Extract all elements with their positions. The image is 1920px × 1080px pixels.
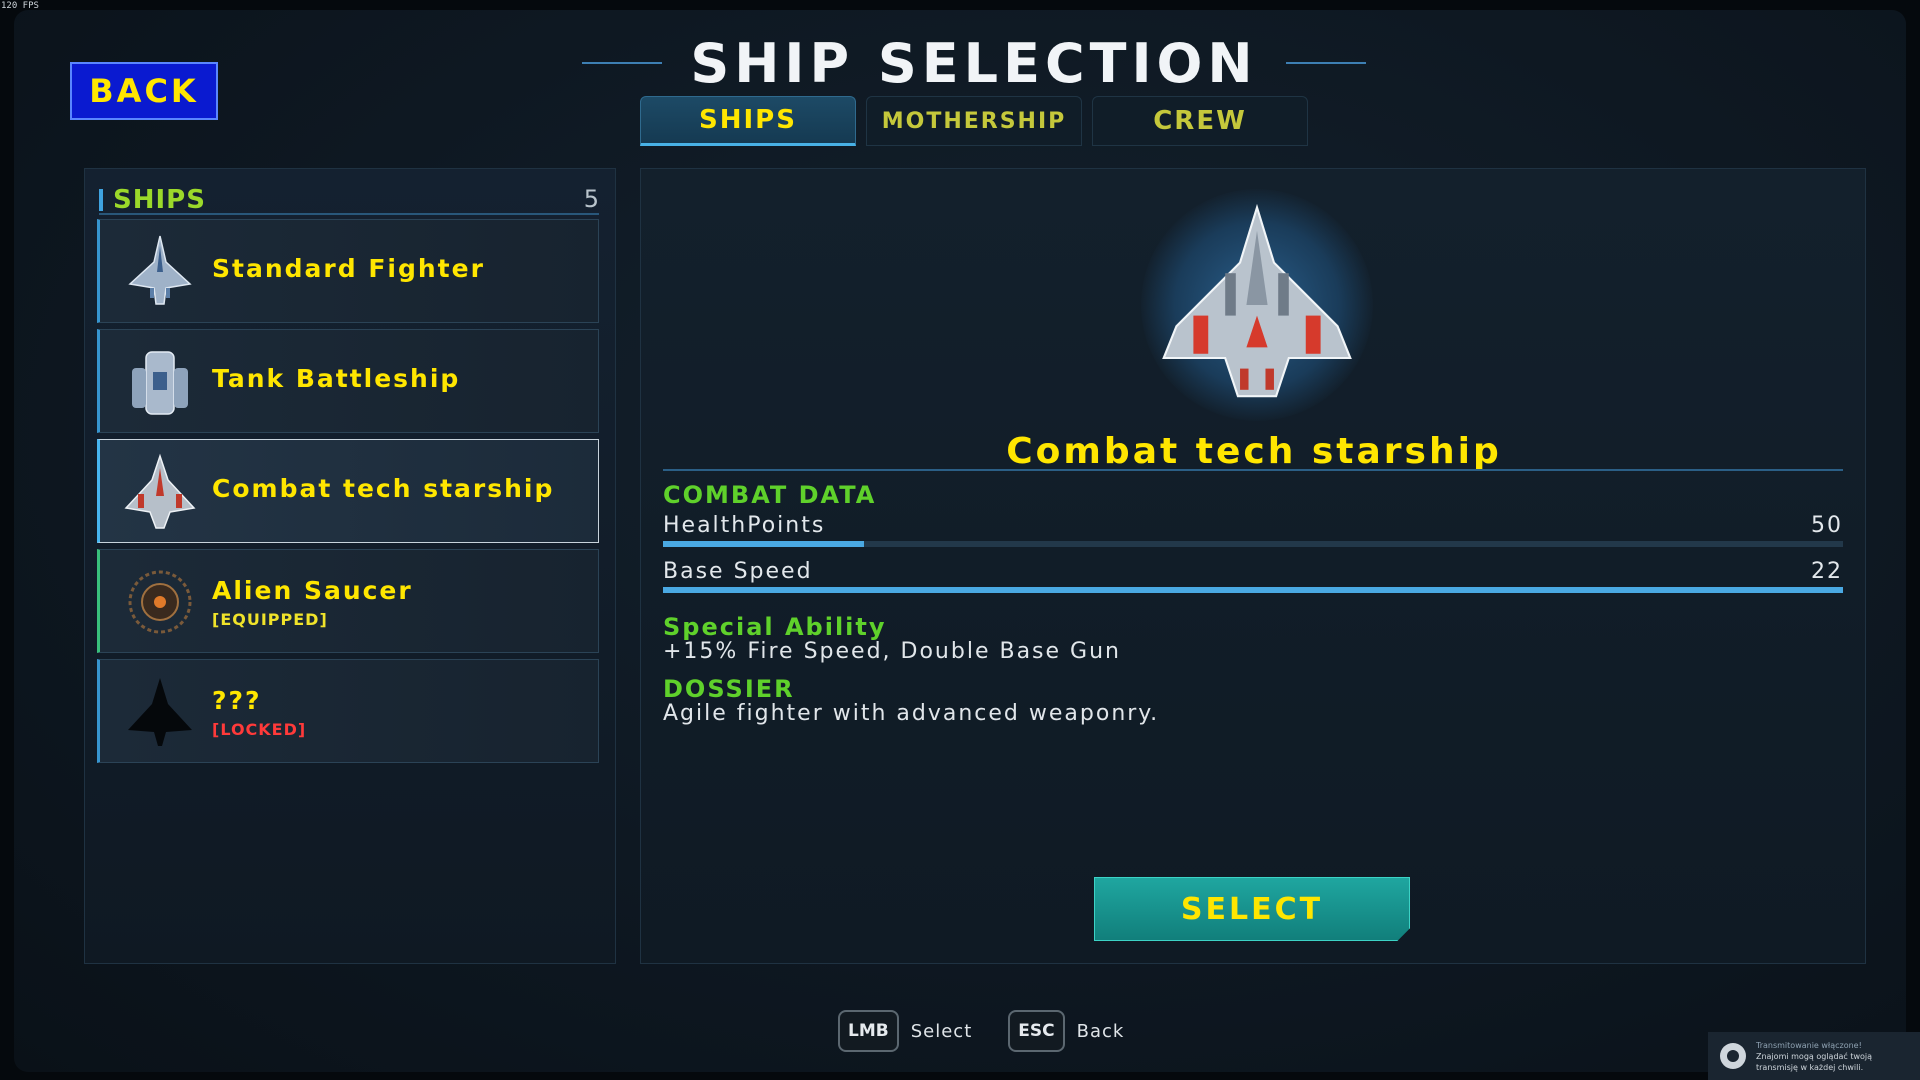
hint-select-label: Select <box>910 1020 973 1042</box>
ship-detail-panel: Combat tech starship COMBAT DATA HealthP… <box>640 168 1866 964</box>
selected-ship-name: Combat tech starship <box>1006 431 1502 472</box>
hint-back-label: Back <box>1076 1020 1125 1042</box>
control-hints: LMB Select ESC Back <box>838 1010 1148 1052</box>
ship-name: Combat tech starship <box>212 474 555 503</box>
alien-saucer-icon <box>128 570 192 634</box>
combat-data-heading: COMBAT DATA <box>663 481 877 509</box>
ship-name: ??? <box>212 686 262 715</box>
ship-name: Tank Battleship <box>212 364 461 393</box>
dossier-heading: DOSSIER <box>663 675 795 703</box>
ship-count: 5 <box>583 185 599 213</box>
special-ability-heading: Special Ability <box>663 613 887 641</box>
healthpoints-bar-fill <box>663 541 864 547</box>
steam-toast-line1: Transmitowanie włączone! <box>1756 1040 1862 1050</box>
tab-ships[interactable]: SHIPS <box>640 96 856 146</box>
tab-crew[interactable]: CREW <box>1092 96 1308 146</box>
ship-list-panel: SHIPS 5 Standard Fighter Tank Battleship <box>84 168 616 964</box>
esc-key-icon: ESC <box>1008 1010 1065 1052</box>
ship-name: Alien Saucer <box>212 576 413 605</box>
stat-base-speed-label: Base Speed <box>663 559 813 584</box>
stat-base-speed-value: 22 <box>1811 559 1843 584</box>
game-screen: BACK SHIP SELECTION SHIPS MOTHERSHIP CRE… <box>14 10 1906 1072</box>
header-accent-bar <box>99 189 103 211</box>
dossier-text: Agile fighter with advanced weaponry. <box>663 701 1160 726</box>
steam-icon <box>1720 1043 1746 1069</box>
ship-item-alien-saucer[interactable]: Alien Saucer [EQUIPPED] <box>97 549 599 653</box>
special-ability-text: +15% Fire Speed, Double Base Gun <box>663 639 1121 664</box>
standard-fighter-ship-icon <box>128 235 192 305</box>
locked-badge: [LOCKED] <box>212 720 307 739</box>
title-left-rule <box>582 62 663 64</box>
ship-item-tank-battleship[interactable]: Tank Battleship <box>97 329 599 433</box>
title-right-rule <box>1285 62 1366 64</box>
ship-list-header: SHIPS 5 <box>99 185 599 215</box>
equipped-badge: [EQUIPPED] <box>212 610 328 629</box>
ship-list-title: SHIPS <box>113 185 206 215</box>
tab-bar: SHIPS MOTHERSHIP CREW <box>640 96 1308 146</box>
page-title: SHIP SELECTION <box>690 31 1258 95</box>
base-speed-bar-fill <box>663 587 1843 593</box>
lmb-key-icon: LMB <box>838 1010 899 1052</box>
tab-mothership[interactable]: MOTHERSHIP <box>866 96 1082 146</box>
ship-item-locked[interactable]: ??? [LOCKED] <box>97 659 599 763</box>
combat-tech-starship-preview-icon <box>1162 203 1352 398</box>
title-bar: SHIP SELECTION <box>574 28 1374 98</box>
back-button[interactable]: BACK <box>70 62 218 120</box>
name-divider <box>663 469 1843 471</box>
tank-battleship-ship-icon <box>132 351 188 415</box>
steam-toast-text: Transmitowanie włączone! Znajomi mogą og… <box>1756 1040 1872 1073</box>
base-speed-bar <box>663 587 1843 593</box>
stat-healthpoints-label: HealthPoints <box>663 513 826 538</box>
combat-tech-starship-icon <box>124 453 196 529</box>
steam-toast-line3: transmisję w każdej chwili. <box>1756 1062 1864 1072</box>
stat-healthpoints-value: 50 <box>1811 513 1843 538</box>
healthpoints-bar <box>663 541 1843 547</box>
ship-item-combat-tech-starship[interactable]: Combat tech starship <box>97 439 599 543</box>
steam-broadcast-toast[interactable]: Transmitowanie włączone! Znajomi mogą og… <box>1708 1032 1920 1080</box>
ship-item-standard-fighter[interactable]: Standard Fighter <box>97 219 599 323</box>
select-ship-button[interactable]: SELECT <box>1094 877 1410 941</box>
locked-ship-silhouette-icon <box>128 678 192 746</box>
ship-name: Standard Fighter <box>212 254 485 283</box>
steam-toast-line2: Znajomi mogą oglądać twoją <box>1756 1051 1873 1061</box>
